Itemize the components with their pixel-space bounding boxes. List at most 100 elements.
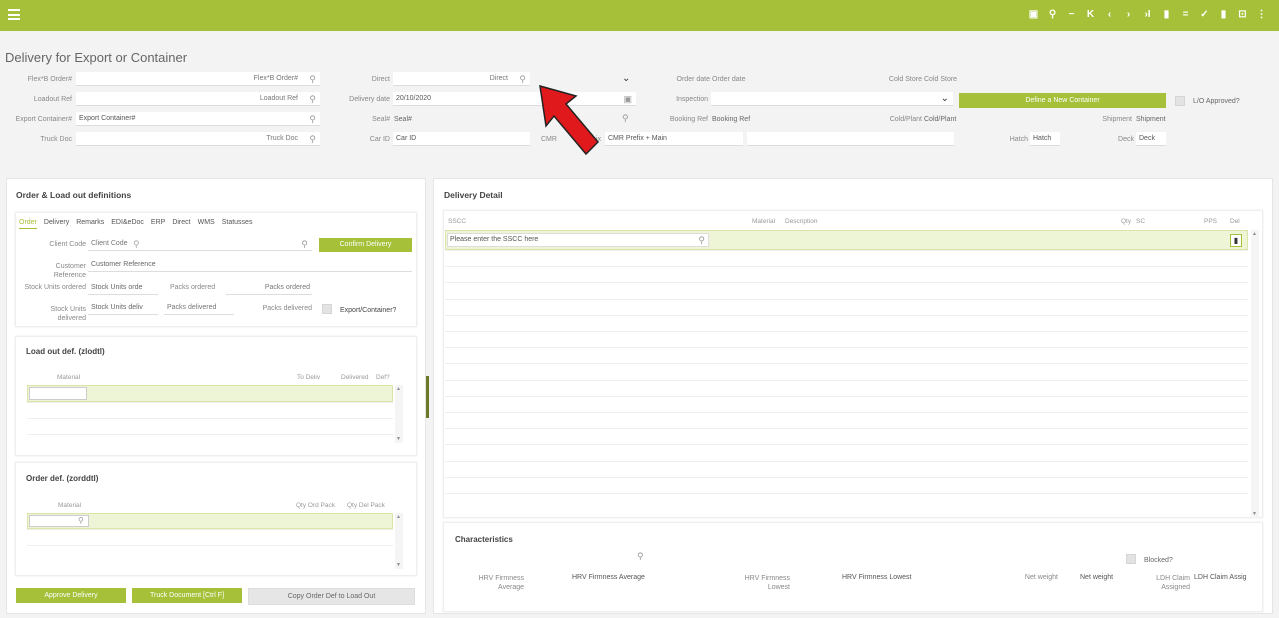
calendar-icon[interactable]: ▣ bbox=[623, 92, 632, 105]
tab-erp[interactable]: ERP bbox=[151, 219, 165, 229]
chevron-down-icon[interactable]: ⌄ bbox=[622, 73, 630, 84]
table-row[interactable] bbox=[445, 250, 1248, 266]
table-row[interactable] bbox=[445, 331, 1248, 347]
minus-icon[interactable]: − bbox=[1062, 8, 1081, 22]
equals-icon[interactable]: = bbox=[1176, 8, 1195, 22]
trash-icon[interactable]: ▮ bbox=[1214, 8, 1233, 22]
material-cell-input[interactable] bbox=[29, 387, 87, 400]
table-row[interactable] bbox=[445, 444, 1248, 460]
blocked-checkbox[interactable] bbox=[1126, 554, 1136, 564]
confirm-delivery-button[interactable]: Confirm Delivery bbox=[319, 238, 412, 252]
search-icon[interactable]: ⚲ bbox=[622, 113, 629, 124]
orderdef-scrollbar[interactable]: ▲ ▼ bbox=[395, 513, 403, 569]
document-icon[interactable]: ▮ bbox=[1157, 8, 1176, 22]
export-container-checkbox[interactable] bbox=[322, 304, 332, 314]
hatch-input[interactable]: Hatch bbox=[1030, 132, 1060, 146]
search-icon[interactable]: ⚲ bbox=[309, 132, 316, 145]
tab-direct[interactable]: Direct bbox=[172, 219, 190, 229]
panel-splitter[interactable] bbox=[426, 376, 429, 418]
tab-edi-edoc[interactable]: EDI&eDoc bbox=[111, 219, 144, 229]
table-row[interactable] bbox=[27, 402, 393, 418]
lo-approved-checkbox[interactable] bbox=[1175, 96, 1185, 106]
table-row[interactable] bbox=[445, 493, 1248, 509]
last-icon[interactable]: ›I bbox=[1138, 8, 1157, 22]
table-row[interactable] bbox=[445, 476, 1248, 493]
direct-input[interactable]: Direct ⚲ bbox=[393, 72, 530, 86]
tab-wms[interactable]: WMS bbox=[198, 219, 215, 229]
table-row[interactable] bbox=[27, 418, 393, 434]
su-delivered-input[interactable]: Stock Units deliv bbox=[88, 301, 158, 315]
search-icon[interactable]: ⚲ bbox=[301, 237, 308, 250]
inspection-select[interactable]: ⌄ bbox=[711, 92, 953, 106]
cmr-extra-input[interactable] bbox=[747, 132, 954, 146]
first-icon[interactable]: K bbox=[1081, 8, 1100, 22]
search-icon[interactable]: ⚲ bbox=[133, 237, 140, 250]
table-row[interactable] bbox=[445, 395, 1248, 412]
client-code-input[interactable]: Client Code ⚲ ⚲ bbox=[88, 237, 312, 251]
scroll-up-icon[interactable]: ▲ bbox=[396, 514, 401, 520]
next-icon[interactable]: › bbox=[1119, 8, 1138, 22]
scroll-down-icon[interactable]: ▼ bbox=[396, 562, 401, 568]
loadout-ref-placeholder: Loadout Ref bbox=[259, 95, 298, 102]
table-row[interactable] bbox=[445, 298, 1248, 315]
table-row[interactable] bbox=[27, 434, 393, 450]
tab-remarks[interactable]: Remarks bbox=[76, 219, 104, 229]
loadout-ref-input[interactable]: Loadout Ref ⚲ bbox=[76, 92, 320, 106]
table-row[interactable] bbox=[27, 385, 393, 402]
prev-icon[interactable]: ‹ bbox=[1100, 8, 1119, 22]
export-container-input[interactable]: Export Container# ⚲ bbox=[76, 112, 320, 126]
scroll-down-icon[interactable]: ▼ bbox=[396, 436, 401, 442]
su-ordered-input[interactable]: Stock Units orde bbox=[88, 281, 158, 295]
table-row[interactable] bbox=[445, 314, 1248, 331]
tab-order[interactable]: Order bbox=[19, 219, 37, 229]
search-icon[interactable]: ⚲ bbox=[309, 112, 316, 125]
loadout-scrollbar[interactable]: ▲ ▼ bbox=[395, 385, 403, 443]
table-row[interactable] bbox=[445, 460, 1248, 477]
packs-ordered-input[interactable]: Packs ordered bbox=[226, 281, 312, 295]
search-icon[interactable]: ⚲ bbox=[519, 72, 526, 85]
scroll-up-icon[interactable]: ▲ bbox=[396, 386, 401, 392]
tab-statusses[interactable]: Statusses bbox=[222, 219, 253, 229]
search-icon[interactable]: ⚲ bbox=[309, 72, 316, 85]
table-row[interactable] bbox=[27, 545, 393, 561]
check-icon[interactable]: ✓ bbox=[1195, 8, 1214, 22]
search-icon[interactable]: ⚲ bbox=[637, 551, 644, 562]
menu-icon[interactable] bbox=[8, 9, 20, 20]
calendar-icon[interactable]: ▣ bbox=[1024, 8, 1043, 22]
trash-icon[interactable]: ▮ bbox=[1230, 234, 1242, 247]
chevron-down-icon[interactable]: ⌄ bbox=[941, 92, 949, 105]
tab-delivery[interactable]: Delivery bbox=[44, 219, 69, 229]
car-id-input[interactable]: Car ID bbox=[393, 132, 530, 146]
cmr-input[interactable]: CMR Prefix + Main bbox=[605, 132, 743, 146]
table-row[interactable] bbox=[445, 266, 1248, 282]
table-row[interactable] bbox=[445, 379, 1248, 396]
define-container-button[interactable]: Define a New Container bbox=[959, 93, 1166, 108]
sscc-input[interactable]: Please enter the SSCC here ⚲ bbox=[447, 233, 709, 247]
table-row[interactable] bbox=[445, 282, 1248, 298]
delivery-scrollbar[interactable]: ▲ ▼ bbox=[1251, 230, 1259, 518]
truck-doc-input[interactable]: Truck Doc ⚲ bbox=[76, 132, 320, 146]
table-row[interactable] bbox=[445, 363, 1248, 379]
customer-ref-input[interactable]: Customer Reference bbox=[88, 258, 412, 272]
table-row[interactable] bbox=[27, 529, 393, 545]
search-icon[interactable]: ⚲ bbox=[309, 92, 316, 105]
deck-input[interactable]: Deck bbox=[1136, 132, 1166, 146]
flexb-order-input[interactable]: Flex*B Order# ⚲ bbox=[76, 72, 320, 86]
approve-delivery-button[interactable]: Approve Delivery bbox=[16, 588, 126, 603]
table-row[interactable] bbox=[445, 428, 1248, 444]
search-icon[interactable]: ⚲ bbox=[698, 234, 705, 246]
table-row[interactable] bbox=[445, 412, 1248, 428]
copy-order-def-button[interactable]: Copy Order Def to Load Out bbox=[248, 588, 415, 605]
table-row[interactable]: Please enter the SSCC here ⚲ ▮ bbox=[445, 230, 1248, 250]
export-icon[interactable]: ⊡ bbox=[1233, 8, 1252, 22]
scroll-down-icon[interactable]: ▼ bbox=[1252, 511, 1257, 517]
material-cell-input[interactable]: ⚲ bbox=[29, 515, 89, 527]
table-row[interactable]: ⚲ bbox=[27, 513, 393, 529]
truck-document-button[interactable]: Truck Document [Ctrl F] bbox=[132, 588, 242, 603]
search-icon[interactable]: ⚲ bbox=[78, 516, 84, 525]
table-row[interactable] bbox=[445, 347, 1248, 363]
packs-delivered-input[interactable]: Packs delivered bbox=[164, 301, 234, 315]
search-icon[interactable]: ⚲ bbox=[1043, 8, 1062, 22]
more-icon[interactable]: ⋮ bbox=[1252, 8, 1271, 22]
scroll-up-icon[interactable]: ▲ bbox=[1252, 231, 1257, 237]
